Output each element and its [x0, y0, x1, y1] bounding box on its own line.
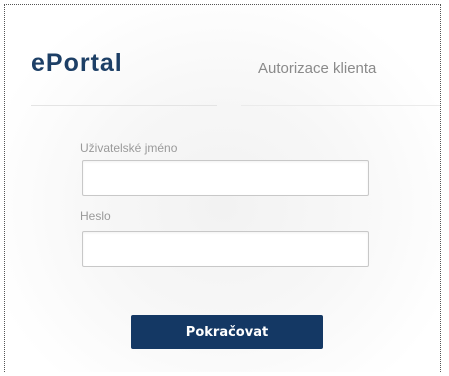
continue-button[interactable]: Pokračovat [131, 315, 323, 349]
title-divider [241, 105, 440, 106]
password-input[interactable] [82, 231, 369, 267]
logo-divider [31, 105, 217, 106]
eportal-logo: ePortal [31, 49, 123, 77]
page-title: Autorizace klienta [258, 60, 377, 77]
header: ePortal Autorizace klienta [5, 5, 440, 109]
password-label: Heslo [80, 209, 111, 223]
username-label: Uživatelské jméno [80, 141, 178, 155]
login-panel: ePortal Autorizace klienta Uživatelské j… [4, 4, 441, 372]
username-input[interactable] [82, 160, 369, 196]
